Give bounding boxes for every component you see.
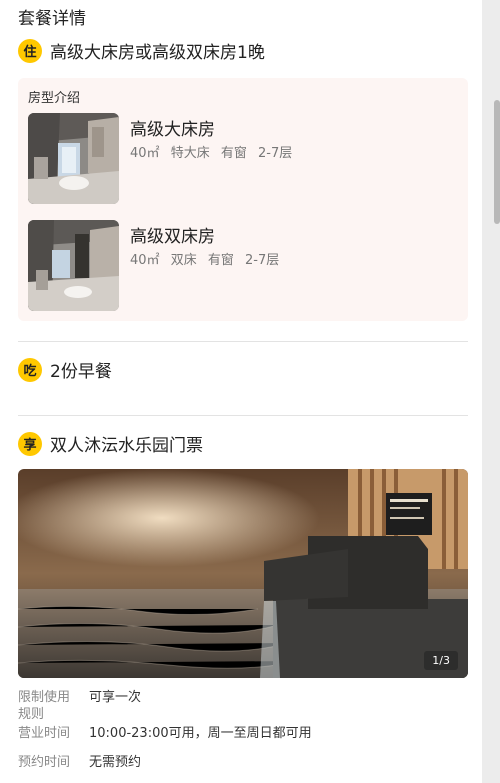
info-value: 10:00-23:00可用，周一至周日都可用 bbox=[89, 726, 312, 741]
info-label: 预约时间 bbox=[18, 755, 71, 770]
room-photo[interactable] bbox=[28, 113, 119, 204]
room-area: 40㎡ bbox=[130, 146, 160, 161]
ticket-section-header: 享 双人沐沄水乐园门票 bbox=[18, 431, 203, 456]
room-name: 高级双床房 bbox=[130, 227, 215, 247]
room-type-label: 房型介绍 bbox=[28, 91, 81, 106]
scrollbar-thumb[interactable] bbox=[494, 100, 500, 224]
room-window: 有窗 bbox=[220, 146, 247, 161]
room-area: 40㎡ bbox=[130, 253, 160, 268]
info-row-business-hours: 营业时间 10:00-23:00可用，周一至周日都可用 bbox=[18, 725, 468, 745]
info-label: 限制使用规则 bbox=[18, 690, 71, 722]
room-item[interactable]: 高级大床房 40㎡ 特大床 有窗 2-7层 bbox=[28, 113, 448, 205]
package-detail-card: 套餐详情 住 高级大床房或高级双床房1晚 房型介绍 高级大床房 40㎡ 特大床 … bbox=[0, 0, 482, 783]
info-value: 无需预约 bbox=[89, 755, 142, 770]
room-floor: 2-7层 bbox=[258, 146, 293, 161]
ticket-badge-icon: 享 bbox=[18, 431, 42, 456]
meal-badge-icon: 吃 bbox=[18, 357, 42, 382]
ticket-title: 双人沐沄水乐园门票 bbox=[50, 436, 203, 456]
water-park-photo-carousel[interactable]: 1/3 bbox=[18, 469, 468, 678]
room-window: 有窗 bbox=[207, 253, 234, 268]
room-description: 40㎡ 特大床 有窗 2-7层 bbox=[130, 142, 292, 161]
scrollbar-track[interactable] bbox=[482, 0, 500, 783]
meal-section-header: 吃 2份早餐 bbox=[18, 357, 112, 382]
room-item[interactable]: 高级双床房 40㎡ 双床 有窗 2-7层 bbox=[28, 220, 448, 312]
lodging-title: 高级大床房或高级双床房1晚 bbox=[50, 43, 265, 63]
room-floor: 2-7层 bbox=[245, 253, 280, 268]
lodging-section-header: 住 高级大床房或高级双床房1晚 bbox=[18, 38, 265, 63]
page-title: 套餐详情 bbox=[18, 9, 86, 29]
section-divider bbox=[18, 341, 468, 342]
room-type-box: 房型介绍 高级大床房 40㎡ 特大床 有窗 2-7层 高级双床房 40㎡ 双床 … bbox=[18, 78, 468, 321]
section-divider bbox=[18, 415, 468, 416]
room-bed: 双床 bbox=[170, 253, 197, 268]
info-row-usage-rule: 限制使用规则 可享一次 bbox=[18, 689, 468, 725]
info-value: 可享一次 bbox=[89, 690, 142, 705]
room-name: 高级大床房 bbox=[130, 120, 215, 140]
lodging-badge-icon: 住 bbox=[18, 38, 42, 63]
photo-counter: 1/3 bbox=[424, 651, 458, 670]
room-description: 40㎡ 双床 有窗 2-7层 bbox=[130, 249, 279, 268]
room-photo[interactable] bbox=[28, 220, 119, 311]
room-bed: 特大床 bbox=[170, 146, 210, 161]
meal-title: 2份早餐 bbox=[50, 362, 112, 382]
info-row-booking-time: 预约时间 无需预约 bbox=[18, 754, 468, 774]
info-label: 营业时间 bbox=[18, 726, 71, 741]
